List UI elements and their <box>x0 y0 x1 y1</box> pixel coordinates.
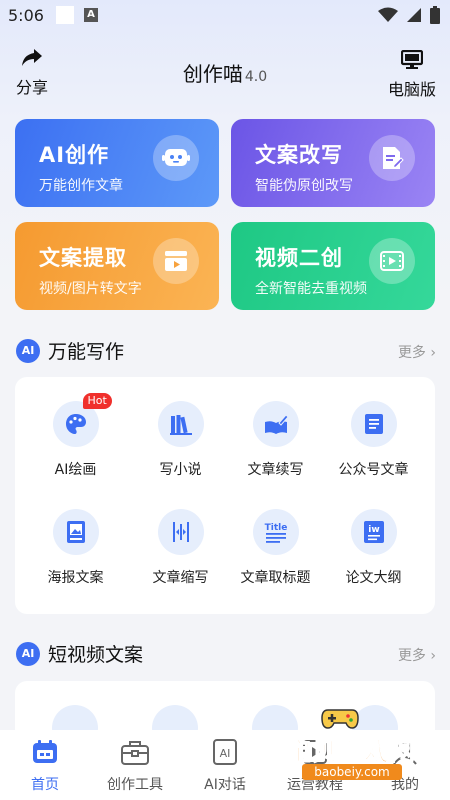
more-link[interactable]: 更多 › <box>398 342 436 362</box>
card-subtitle: 视频/图片转文字 <box>39 281 142 297</box>
video-play-icon <box>369 238 415 284</box>
tool-thesis-outline[interactable]: iw 论文大纲 <box>321 509 426 587</box>
ai-badge-icon: AI <box>16 642 40 666</box>
battery-icon <box>430 6 440 24</box>
card-rewrite[interactable]: 文案改写 智能伪原创改写 <box>231 119 435 207</box>
section-header-writing: AI 万能写作 更多 › <box>16 336 436 366</box>
card-video-recreate[interactable]: 视频二创 全新智能去重视频 <box>231 222 435 310</box>
tool-label: AI绘画 <box>54 462 97 478</box>
watermark-url: baobeiy.com <box>302 764 402 780</box>
tool-label: 文章缩写 <box>152 570 209 586</box>
home-icon <box>33 740 57 763</box>
watermark: 宝贝游戏网 baobeiy.com <box>276 702 426 792</box>
hot-badge: Hot <box>82 393 112 409</box>
tool-continue-writing[interactable]: 文章续写 <box>223 401 328 479</box>
tool-official-account[interactable]: 公众号文章 <box>321 401 426 479</box>
tool-label: 海报文案 <box>47 570 104 586</box>
app-title-wrap: 创作喵 4.0 <box>0 58 450 87</box>
app-title: 创作喵 <box>182 62 243 86</box>
tool-write-novel[interactable]: 写小说 <box>128 401 233 479</box>
robot-icon <box>153 135 199 181</box>
tool-label: 公众号文章 <box>338 462 409 478</box>
tool-ai-painting[interactable]: Hot AI绘画 <box>23 393 128 479</box>
card-subtitle: 智能伪原创改写 <box>255 178 353 194</box>
nav-label: 首页 <box>31 777 59 793</box>
svg-text:Title: Title <box>264 523 287 533</box>
title-icon: Title <box>252 509 299 555</box>
tool-abridge[interactable]: 文章缩写 <box>128 509 233 587</box>
tool-label: 文章取标题 <box>240 570 311 586</box>
more-label: 更多 <box>397 648 426 664</box>
section-header-short-video: AI 短视频文案 更多 › <box>16 639 436 669</box>
monitor-icon <box>400 49 424 69</box>
card-extract[interactable]: 文案提取 视频/图片转文字 <box>15 222 219 310</box>
edit-doc-icon <box>369 135 415 181</box>
compress-icon <box>157 509 204 555</box>
poster-icon <box>52 509 99 555</box>
more-label: 更多 <box>397 345 426 361</box>
wifi-icon <box>378 7 398 22</box>
status-icons <box>378 6 440 24</box>
nav-home[interactable]: 首页 <box>0 738 90 794</box>
video-extract-icon <box>153 238 199 284</box>
open-book-pen-icon <box>252 401 299 447</box>
pc-version-label: 电脑版 <box>388 80 437 99</box>
thesis-icon: iw <box>350 509 397 555</box>
tool-label: 文章续写 <box>247 462 304 478</box>
notification-icon <box>56 6 74 24</box>
more-link[interactable]: 更多 › <box>398 645 436 665</box>
ai-chat-icon: AI <box>213 739 237 765</box>
tool-poster-copy[interactable]: 海报文案 <box>23 509 128 587</box>
ai-badge-icon: AI <box>16 339 40 363</box>
article-icon <box>350 401 397 447</box>
card-ai-create[interactable]: AI创作 万能创作文章 <box>15 119 219 207</box>
status-time: 5:06 <box>8 6 44 25</box>
status-bar: 5:06 A <box>0 0 450 32</box>
books-icon <box>157 401 204 447</box>
nav-label: AI对话 <box>204 777 246 793</box>
card-subtitle: 全新智能去重视频 <box>255 281 367 297</box>
card-subtitle: 万能创作文章 <box>39 178 123 194</box>
svg-text:AI: AI <box>220 747 231 760</box>
nav-label: 创作工具 <box>107 777 163 793</box>
nav-creation-tools[interactable]: 创作工具 <box>90 738 180 794</box>
signal-icon <box>407 8 421 22</box>
top-header: 分享 创作喵 4.0 电脑版 <box>0 44 450 100</box>
toolbox-icon <box>121 741 149 765</box>
tool-title-generate[interactable]: Title 文章取标题 <box>223 509 328 587</box>
writing-tools-panel: Hot AI绘画 写小说 文章续写 公众号文章 海报文案 文章缩写 Title … <box>15 377 435 614</box>
nav-ai-chat[interactable]: AI AI对话 <box>180 738 270 794</box>
app-notification-icon: A <box>84 8 98 22</box>
section-title: 万能写作 <box>48 341 125 363</box>
tool-label: 论文大纲 <box>345 570 402 586</box>
palette-icon: Hot <box>52 393 112 447</box>
tool-label: 写小说 <box>159 462 202 478</box>
pc-version-button[interactable]: 电脑版 <box>388 49 437 100</box>
gamepad-icon <box>321 709 359 729</box>
chevron-right-icon: › <box>430 345 436 361</box>
chevron-right-icon: › <box>430 648 436 664</box>
section-title: 短视频文案 <box>48 644 144 666</box>
app-version: 4.0 <box>244 69 268 85</box>
watermark-title: 宝贝游戏网 <box>285 737 416 767</box>
svg-text:iw: iw <box>368 525 379 535</box>
